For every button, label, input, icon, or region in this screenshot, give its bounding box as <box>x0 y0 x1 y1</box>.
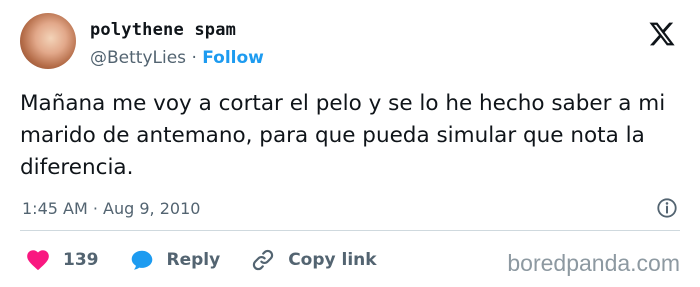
meta-separator: · <box>92 199 98 218</box>
x-logo-icon[interactable] <box>648 20 676 48</box>
link-icon <box>253 249 274 271</box>
like-button[interactable]: 139 <box>25 247 99 273</box>
like-count: 139 <box>63 250 99 270</box>
info-icon[interactable] <box>656 197 678 219</box>
heart-icon <box>27 250 49 271</box>
tweet-meta: 1:45 AM · Aug 9, 2010 <box>22 199 200 218</box>
handle-separator: · <box>191 48 197 68</box>
reply-button[interactable]: Reply <box>129 247 221 273</box>
action-bar: 139 Reply Copy link <box>25 246 407 274</box>
author-display-name[interactable]: polythene spam <box>90 20 236 40</box>
follow-button[interactable]: Follow <box>202 48 264 68</box>
copy-link-label: Copy link <box>288 250 377 270</box>
watermark: boredpanda.com <box>507 250 680 276</box>
tweet-date[interactable]: Aug 9, 2010 <box>103 199 200 218</box>
divider <box>20 230 680 231</box>
author-handle[interactable]: @BettyLies <box>90 48 186 68</box>
avatar[interactable] <box>20 13 76 69</box>
reply-label: Reply <box>166 250 221 270</box>
tweet-time[interactable]: 1:45 AM <box>22 199 88 218</box>
tweet-text: Mañana me voy a cortar el pelo y se lo h… <box>20 91 666 180</box>
copy-link-button[interactable]: Copy link <box>250 247 377 273</box>
reply-bubble-icon <box>131 250 152 270</box>
author-handle-row: @BettyLies · Follow <box>90 48 264 68</box>
